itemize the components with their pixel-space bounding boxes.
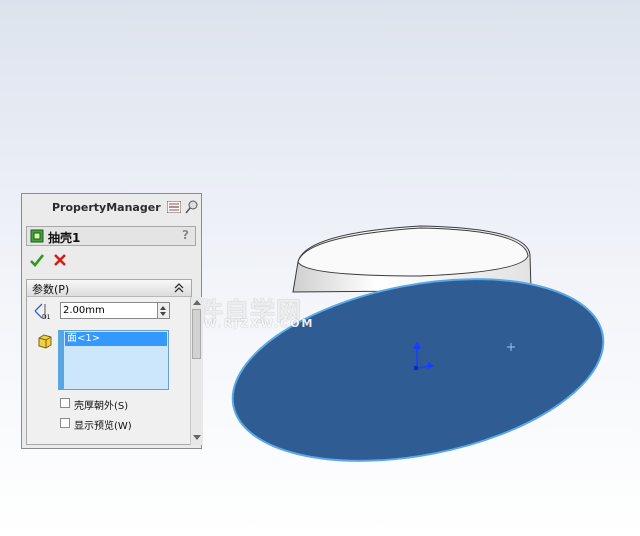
panel-title: PropertyManager	[52, 201, 161, 214]
show-preview-label: 显示预览(W)	[74, 421, 132, 432]
collapse-icon[interactable]	[174, 283, 184, 293]
spin-up-icon[interactable]	[160, 305, 166, 310]
spin-down-icon[interactable]	[160, 312, 166, 317]
thickness-dimension-icon: D1	[34, 303, 51, 320]
shell-outward-checkbox[interactable]	[60, 398, 70, 408]
thickness-input[interactable]	[60, 302, 158, 319]
ok-button[interactable]	[30, 254, 44, 267]
thickness-spinner[interactable]	[158, 302, 170, 319]
parameters-group-header[interactable]: 参数(P)	[27, 280, 191, 297]
tree-display-icon[interactable]	[167, 201, 181, 213]
shell-outward-option[interactable]: 壳厚朝外(S)	[60, 397, 180, 412]
faces-to-remove-icon	[38, 334, 52, 349]
pin-icon[interactable]	[185, 200, 199, 214]
svg-text:D1: D1	[42, 314, 51, 320]
scroll-thumb[interactable]	[192, 309, 201, 359]
shell-outward-label: 壳厚朝外(S)	[74, 401, 129, 412]
property-manager-panel: PropertyManager 抽壳1 ? 参数(P) D1 2.00mm 面<…	[21, 193, 203, 449]
parameters-group-title: 参数(P)	[32, 283, 70, 296]
show-preview-checkbox[interactable]	[60, 418, 70, 428]
faces-selection-list[interactable]: 面<1>	[63, 330, 169, 390]
scroll-down-icon[interactable]	[193, 435, 201, 441]
parameters-group: 参数(P) D1 面<1> 壳厚朝外(S) 显示	[26, 279, 203, 445]
face-list-item[interactable]: 面<1>	[65, 332, 167, 346]
help-icon[interactable]: ?	[182, 228, 189, 242]
show-preview-option[interactable]: 显示预览(W)	[60, 417, 180, 432]
panel-scrollbar[interactable]	[190, 297, 203, 445]
cancel-button[interactable]	[53, 253, 67, 267]
shell-feature-icon	[30, 229, 44, 243]
feature-name: 抽壳1	[48, 231, 81, 245]
panel-title-bar: PropertyManager	[22, 194, 201, 220]
feature-header: 抽壳1 ?	[26, 226, 196, 246]
scroll-up-icon[interactable]	[193, 299, 201, 305]
